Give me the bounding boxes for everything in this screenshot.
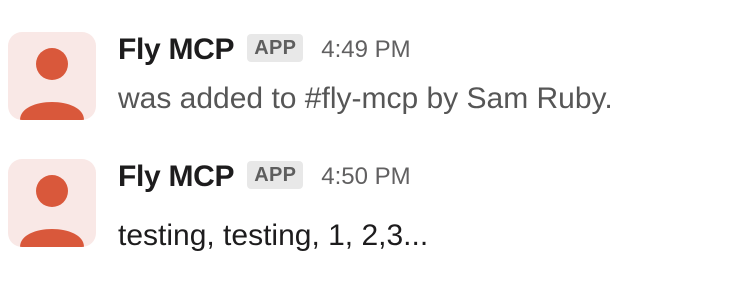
- message-header: Fly MCP APP 4:50 PM: [118, 157, 411, 197]
- sender-name[interactable]: Fly MCP: [118, 160, 235, 194]
- message-text: was added to #fly-mcp by Sam Ruby.: [118, 82, 613, 115]
- timestamp[interactable]: 4:49 PM: [321, 36, 410, 64]
- person-icon: [20, 48, 84, 120]
- avatar[interactable]: [8, 32, 96, 120]
- sender-name[interactable]: Fly MCP: [118, 33, 235, 67]
- message-feed: Fly MCP APP 4:49 PM was added to #fly-mc…: [0, 0, 734, 290]
- message-header: Fly MCP APP 4:49 PM: [118, 30, 411, 70]
- person-icon: [20, 175, 84, 247]
- message-item: Fly MCP APP 4:50 PM testing, testing, 1,…: [0, 157, 734, 281]
- app-badge: APP: [247, 161, 304, 189]
- app-badge: APP: [247, 34, 304, 62]
- avatar[interactable]: [8, 159, 96, 247]
- message-item: Fly MCP APP 4:49 PM was added to #fly-mc…: [0, 30, 734, 154]
- timestamp[interactable]: 4:50 PM: [321, 163, 410, 191]
- message-text: testing, testing, 1, 2,3...: [118, 219, 429, 252]
